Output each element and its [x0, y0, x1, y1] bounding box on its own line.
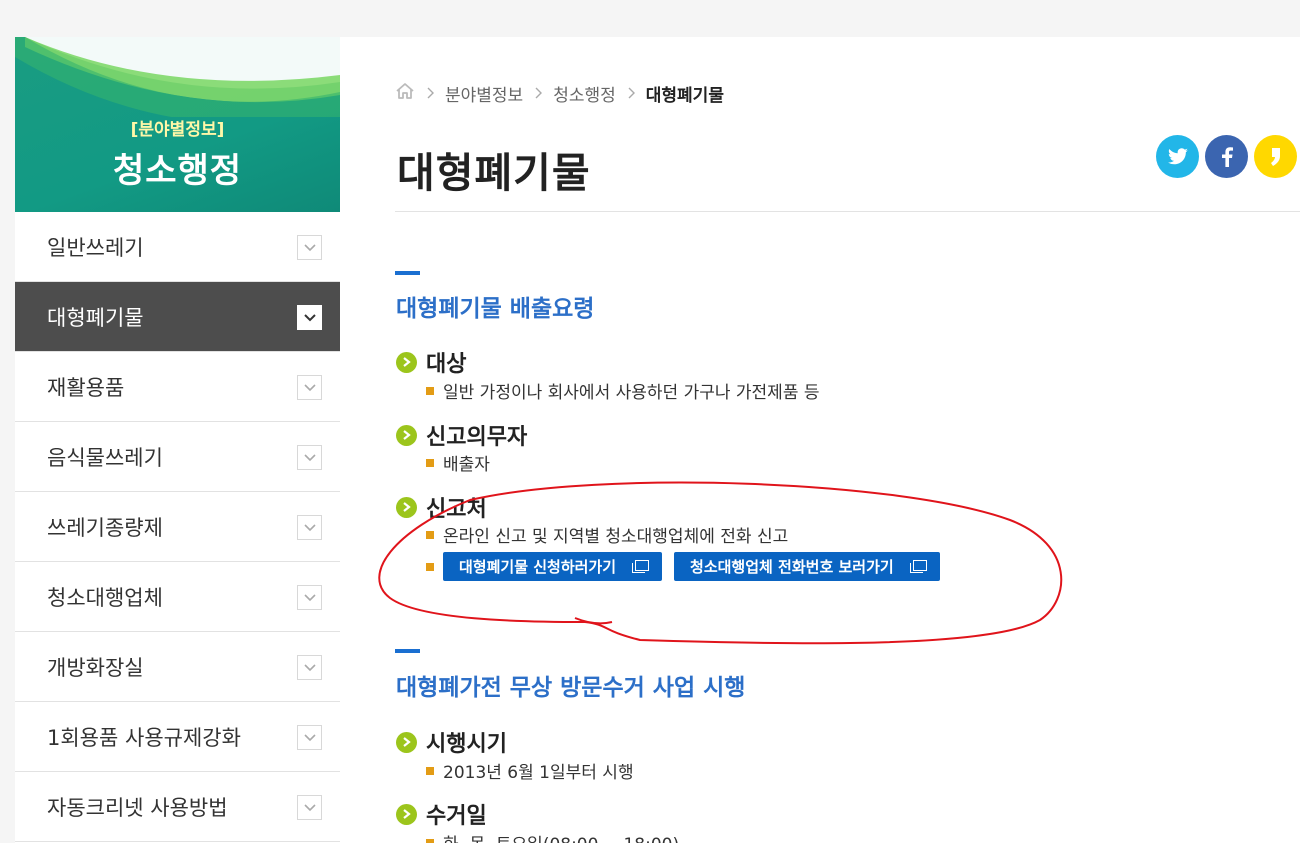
- sidebar-menu: 일반쓰레기 대형폐기물 재활용품 음식물쓰레기 쓰레기종량제 청소대행업체 개방…: [15, 212, 340, 842]
- item-line: 온라인 신고 및 지역별 청소대행업체에 전화 신고: [426, 522, 788, 547]
- item-heading-label: 신고의무자: [426, 425, 528, 450]
- sidebar-item-bulky-waste[interactable]: 대형폐기물: [15, 282, 340, 352]
- sidebar-item-label: 쓰레기종량제: [47, 515, 163, 540]
- page-title: 대형폐기물: [397, 149, 591, 197]
- square-bullet-icon: [426, 530, 434, 539]
- arrow-bullet-icon: [396, 351, 417, 373]
- arrow-bullet-icon: [396, 424, 417, 446]
- sidebar-item-label: 1회용품 사용규제강화: [47, 725, 241, 750]
- chevron-down-icon[interactable]: [297, 445, 322, 470]
- item-line: 배출자: [426, 450, 490, 475]
- breadcrumb-item[interactable]: 분야별정보: [445, 81, 523, 106]
- breadcrumb-separator-icon: [628, 84, 636, 104]
- sidebar-item-disposables-regulation[interactable]: 1회용품 사용규제강화: [15, 702, 340, 772]
- item-line-text: 배출자: [443, 455, 490, 475]
- chevron-down-icon[interactable]: [297, 795, 322, 820]
- sidebar-item-open-restrooms[interactable]: 개방화장실: [15, 632, 340, 702]
- chevron-down-icon[interactable]: [297, 235, 322, 260]
- sidebar-item-label: 음식물쓰레기: [47, 445, 163, 470]
- section-accent-bar: [395, 649, 420, 653]
- item-heading: 시행시기: [396, 726, 507, 758]
- title-divider: [395, 211, 1300, 212]
- square-bullet-icon: [426, 766, 434, 775]
- arrow-bullet-icon: [396, 731, 417, 753]
- sidebar-item-label: 대형폐기물: [47, 305, 144, 330]
- chevron-down-icon[interactable]: [297, 725, 322, 750]
- new-window-icon: [632, 560, 650, 573]
- sidebar-item-label: 일반쓰레기: [47, 235, 144, 260]
- item-line: 일반 가정이나 회사에서 사용하던 가구나 가전제품 등: [426, 378, 820, 403]
- item-heading-label: 신고처: [426, 497, 487, 522]
- sidebar-item-general-waste[interactable]: 일반쓰레기: [15, 212, 340, 282]
- item-button-row: 대형폐기물 신청하러가기 청소대행업체 전화번호 보러가기: [426, 552, 952, 581]
- home-icon[interactable]: [395, 82, 415, 105]
- item-heading-label: 시행시기: [426, 732, 507, 757]
- button-label: 청소대행업체 전화번호 보러가기: [690, 558, 894, 576]
- sidebar-item-label: 재활용품: [47, 375, 125, 400]
- arrow-bullet-icon: [396, 803, 417, 825]
- sidebar-item-recyclables[interactable]: 재활용품: [15, 352, 340, 422]
- item-line: 화, 목, 토요일(08:00 ~ 18:00): [426, 830, 679, 843]
- sidebar-item-volume-fee[interactable]: 쓰레기종량제: [15, 492, 340, 562]
- item-line-text: 일반 가정이나 회사에서 사용하던 가구나 가전제품 등: [443, 383, 820, 403]
- item-line-text: 화, 목, 토요일(08:00 ~ 18:00): [443, 830, 679, 843]
- breadcrumb-separator-icon: [535, 84, 543, 104]
- sidebar: [분야별정보] 청소행정 일반쓰레기 대형폐기물 재활용품 음식물쓰레기 쓰레기…: [15, 37, 340, 843]
- item-line-text: 2013년 6월 1일부터 시행: [443, 763, 634, 783]
- arrow-bullet-icon: [396, 496, 417, 518]
- section-title: 대형폐가전 무상 방문수거 사업 시행: [396, 675, 746, 701]
- item-heading-label: 대상: [426, 352, 467, 377]
- chevron-down-icon[interactable]: [297, 655, 322, 680]
- sidebar-category: [분야별정보]: [130, 120, 225, 140]
- sidebar-header: [분야별정보] 청소행정: [15, 37, 340, 212]
- new-window-icon: [909, 560, 927, 573]
- share-buttons: [1156, 135, 1297, 178]
- sidebar-item-auto-clean-net[interactable]: 자동크리넷 사용방법: [15, 772, 340, 842]
- view-contractor-phone-button[interactable]: 청소대행업체 전화번호 보러가기: [674, 552, 940, 581]
- square-bullet-icon: [426, 386, 434, 395]
- twitter-icon[interactable]: [1156, 135, 1199, 178]
- breadcrumb-current: 대형폐기물: [645, 86, 724, 106]
- breadcrumb: 분야별정보 청소행정 대형폐기물: [395, 81, 724, 106]
- item-heading: 신고처: [396, 491, 487, 523]
- square-bullet-icon: [426, 838, 434, 843]
- section-title: 대형폐기물 배출요령: [396, 296, 595, 322]
- button-label: 대형폐기물 신청하러가기: [459, 558, 617, 576]
- item-line: 2013년 6월 1일부터 시행: [426, 758, 634, 783]
- sidebar-item-label: 자동크리넷 사용방법: [47, 795, 228, 820]
- section-accent-bar: [395, 271, 420, 275]
- facebook-icon[interactable]: [1205, 135, 1248, 178]
- item-heading: 신고의무자: [396, 419, 527, 451]
- item-heading: 대상: [396, 346, 466, 378]
- chevron-down-icon[interactable]: [297, 515, 322, 540]
- chevron-down-icon[interactable]: [297, 305, 322, 330]
- item-heading: 수거일: [396, 798, 487, 830]
- sidebar-item-label: 청소대행업체: [47, 585, 163, 610]
- sidebar-item-cleaning-contractors[interactable]: 청소대행업체: [15, 562, 340, 632]
- chevron-down-icon[interactable]: [297, 375, 322, 400]
- breadcrumb-separator-icon: [427, 84, 435, 104]
- main-content: 분야별정보 청소행정 대형폐기물 대형폐기물 대형폐기물 배출요령 대상 일반 …: [340, 37, 1300, 843]
- kakaostory-icon[interactable]: [1254, 135, 1297, 178]
- item-line-text: 온라인 신고 및 지역별 청소대행업체에 전화 신고: [443, 527, 789, 547]
- breadcrumb-item[interactable]: 청소행정: [553, 81, 616, 106]
- sidebar-title: 청소행정: [112, 151, 243, 191]
- square-bullet-icon: [426, 458, 434, 467]
- sidebar-item-label: 개방화장실: [47, 655, 144, 680]
- item-heading-label: 수거일: [426, 804, 487, 829]
- header-wave-decoration: [15, 37, 340, 117]
- square-bullet-icon: [426, 562, 434, 571]
- sidebar-item-food-waste[interactable]: 음식물쓰레기: [15, 422, 340, 492]
- apply-bulky-waste-button[interactable]: 대형폐기물 신청하러가기: [443, 552, 663, 581]
- chevron-down-icon[interactable]: [297, 585, 322, 610]
